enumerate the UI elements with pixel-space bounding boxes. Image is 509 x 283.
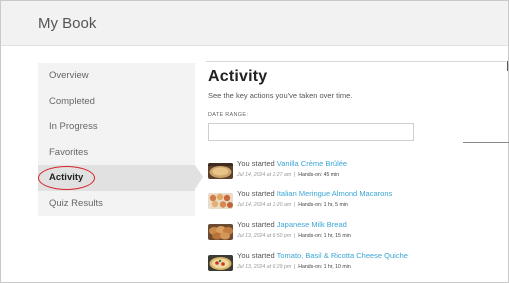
activity-date: Jul 13, 2024 at 6:29 pm (237, 264, 292, 270)
hands-on-time: Hands-on: 45 min (298, 172, 340, 178)
sidebar-item-label: Completed (49, 95, 95, 107)
date-range-input[interactable] (208, 123, 414, 141)
sidebar-item-quiz-results[interactable]: Quiz Results (38, 191, 195, 217)
header-bar: My Book (1, 1, 508, 46)
meta-separator (294, 202, 296, 208)
activity-prefix: You started (237, 159, 277, 168)
edge-divider (507, 61, 508, 71)
recipe-link[interactable]: Italian Meringue Almond Macarons (277, 189, 392, 198)
recipe-link[interactable]: Japanese Milk Bread (277, 220, 347, 229)
date-range-label: DATE RANGE: (208, 112, 249, 118)
sidebar-nav: Overview Completed In Progress Favorites… (38, 63, 203, 217)
hands-on-time: Hands-on: 1 hr, 10 min (298, 264, 351, 270)
activity-prefix: You started (237, 189, 277, 198)
sidebar-item-label: Favorites (49, 146, 89, 158)
sidebar-item-label: Quiz Results (49, 197, 103, 209)
activity-item: You started Italian Meringue Almond Maca… (208, 189, 508, 213)
sidebar-item-label: Overview (49, 70, 89, 81)
activity-text: You started Vanilla Crème Brûlée (237, 159, 347, 168)
hands-on-time: Hands-on: 1 hr, 5 min (298, 202, 348, 208)
activity-prefix: You started (237, 220, 277, 229)
section-divider (463, 142, 509, 143)
meta-separator (294, 172, 296, 178)
activity-prefix: You started (237, 251, 277, 260)
activity-text: You started Tomato, Basil & Ricotta Chee… (237, 251, 408, 260)
highlight-annotation-circle (38, 166, 95, 190)
page-subtitle: See the key actions you've taken over ti… (208, 91, 353, 100)
activity-item: You started Tomato, Basil & Ricotta Chee… (208, 251, 508, 275)
quiche-thumbnail[interactable] (208, 255, 233, 271)
activity-text: You started Japanese Milk Bread (237, 220, 347, 229)
activity-meta: Jul 13, 2024 at 6:50 pm Hands-on: 1 hr, 1… (237, 233, 351, 239)
milk-bread-thumbnail[interactable] (208, 224, 233, 240)
sidebar-item-in-progress[interactable]: In Progress (38, 114, 195, 140)
sidebar-item-overview[interactable]: Overview (38, 63, 195, 89)
activity-meta: Jul 13, 2024 at 6:29 pm Hands-on: 1 hr, 1… (237, 264, 351, 270)
app-window: My Book Overview Completed In Progress F… (0, 0, 509, 283)
content-top-divider (206, 61, 506, 62)
meta-separator (294, 233, 296, 239)
page-title: Activity (208, 68, 268, 85)
activity-item: You started Japanese Milk Bread Jul 13, … (208, 220, 508, 244)
activity-meta: Jul 14, 2024 at 1:20 am Hands-on: 1 hr, 5… (237, 202, 348, 208)
activity-date: Jul 13, 2024 at 6:50 pm (237, 233, 292, 239)
activity-item: You started Vanilla Crème Brûlée Jul 14,… (208, 159, 508, 183)
recipe-link[interactable]: Tomato, Basil & Ricotta Cheese Quiche (277, 251, 408, 260)
sidebar-item-completed[interactable]: Completed (38, 89, 195, 115)
creme-brulee-thumbnail[interactable] (208, 163, 233, 179)
activity-date: Jul 14, 2024 at 1:27 am (237, 172, 292, 178)
sidebar-item-label: In Progress (49, 121, 98, 132)
activity-date: Jul 14, 2024 at 1:20 am (237, 202, 292, 208)
activity-meta: Jul 14, 2024 at 1:27 am Hands-on: 45 min (237, 172, 339, 178)
activity-text: You started Italian Meringue Almond Maca… (237, 189, 392, 198)
recipe-link[interactable]: Vanilla Crème Brûlée (277, 159, 347, 168)
meta-separator (294, 264, 296, 270)
app-title: My Book (38, 15, 97, 32)
hands-on-time: Hands-on: 1 hr, 15 min (298, 233, 351, 239)
macarons-thumbnail[interactable] (208, 193, 233, 209)
sidebar-item-favorites[interactable]: Favorites (38, 140, 195, 166)
